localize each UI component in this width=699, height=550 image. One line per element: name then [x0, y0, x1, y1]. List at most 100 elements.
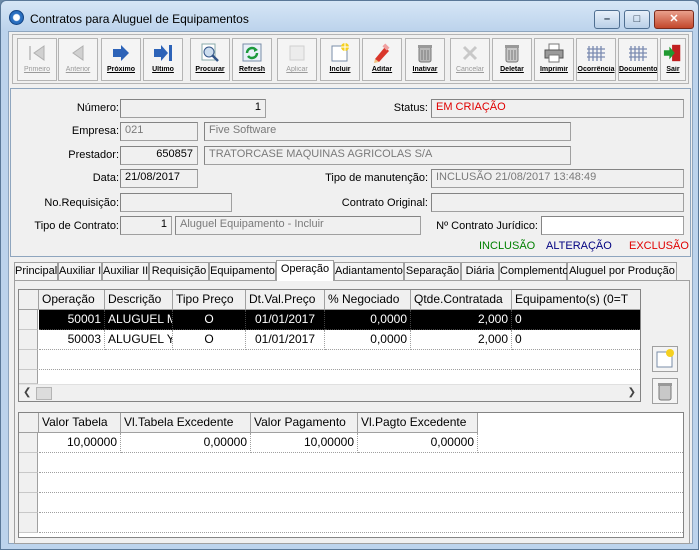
- tipo-contrato-code-field[interactable]: 1: [120, 216, 172, 235]
- tab-adiantamento[interactable]: Adiantamento: [334, 262, 404, 280]
- prestador-code-field[interactable]: 650857: [120, 146, 198, 165]
- table-cell[interactable]: 2,000: [411, 330, 512, 350]
- first-button[interactable]: Primeiro: [17, 38, 57, 81]
- column-header[interactable]: Vl.Pagto Excedente: [358, 413, 478, 433]
- table-cell[interactable]: 01/01/2017: [246, 330, 325, 350]
- grid-corner: [19, 413, 39, 433]
- column-header[interactable]: Dt.Val.Preço: [246, 290, 325, 310]
- table-cell[interactable]: 2,000: [411, 310, 512, 330]
- tab-operacao[interactable]: Operação: [276, 260, 334, 281]
- table-cell[interactable]: ALUGUEL Y: [105, 330, 173, 350]
- cancel-button[interactable]: Cancelar: [450, 38, 490, 81]
- empresa-code-field[interactable]: 021: [120, 122, 198, 141]
- row-indicator[interactable]: [19, 453, 38, 473]
- table-cell[interactable]: 0: [512, 310, 640, 330]
- column-header[interactable]: Equipamento(s) (0=T: [512, 290, 640, 310]
- table-cell[interactable]: 10,00000: [251, 433, 358, 453]
- empty-row[interactable]: [39, 473, 683, 493]
- tab-auxiliar-ii[interactable]: Auxiliar II: [102, 262, 149, 280]
- values-grid[interactable]: Valor Tabela Vl.Tabela Excedente Valor P…: [18, 412, 684, 538]
- no-requisicao-field[interactable]: [120, 193, 232, 212]
- tab-auxiliar-i[interactable]: Auxiliar I: [58, 262, 102, 280]
- empty-row[interactable]: [39, 350, 640, 370]
- maximize-button[interactable]: □: [624, 10, 650, 29]
- delete-button[interactable]: Deletar: [492, 38, 532, 81]
- row-indicator[interactable]: [19, 513, 38, 533]
- table-cell[interactable]: 0,00000: [121, 433, 251, 453]
- table-cell[interactable]: 0: [512, 330, 640, 350]
- tab-complemento[interactable]: Complemento: [499, 262, 568, 280]
- new-icon: [656, 349, 674, 368]
- scroll-right-icon[interactable]: ❯: [628, 387, 636, 398]
- refresh-button[interactable]: Refresh: [232, 38, 272, 81]
- column-header[interactable]: Tipo Preço: [173, 290, 246, 310]
- table-cell[interactable]: O: [173, 310, 246, 330]
- empty-row[interactable]: [39, 453, 683, 473]
- row-indicator[interactable]: [19, 370, 38, 384]
- column-header[interactable]: Valor Pagamento: [251, 413, 358, 433]
- contrato-juridico-field[interactable]: [541, 216, 684, 235]
- contrato-original-field[interactable]: [431, 193, 684, 212]
- table-cell[interactable]: 0,0000: [325, 330, 411, 350]
- tipo-contrato-name-field[interactable]: Aluguel Equipamento - Incluir: [175, 216, 421, 235]
- document-button[interactable]: Documento: [618, 38, 658, 81]
- horizontal-scrollbar[interactable]: ❮ ❯: [19, 384, 640, 401]
- prestador-name-field[interactable]: TRATORCASE MAQUINAS AGRICOLAS S/A: [204, 146, 571, 165]
- operations-grid[interactable]: Operação Descrição Tipo Preço Dt.Val.Pre…: [18, 289, 641, 402]
- row-indicator[interactable]: [19, 350, 38, 370]
- scroll-thumb[interactable]: [36, 387, 52, 400]
- apply-icon: [289, 45, 305, 61]
- tab-aluguel-por-producao[interactable]: Aluguel por Produção: [567, 262, 677, 280]
- table-cell[interactable]: 10,00000: [39, 433, 121, 453]
- exit-button[interactable]: Sair: [660, 38, 686, 81]
- status-field[interactable]: EM CRIAÇÃO: [431, 99, 684, 118]
- column-header[interactable]: % Negociado: [325, 290, 411, 310]
- close-button[interactable]: ✕: [654, 10, 694, 29]
- title-bar[interactable]: Contratos para Aluguel de Equipamentos –…: [1, 1, 698, 31]
- column-header[interactable]: Qtde.Contratada: [411, 290, 512, 310]
- table-cell[interactable]: O: [173, 330, 246, 350]
- tab-equipamento[interactable]: Equipamento: [209, 262, 276, 280]
- print-button[interactable]: Imprimir: [534, 38, 574, 81]
- empty-row[interactable]: [39, 513, 683, 533]
- deactivate-button[interactable]: Inativar: [405, 38, 445, 81]
- row-indicator[interactable]: [19, 433, 38, 453]
- next-button[interactable]: Próximo: [101, 38, 141, 81]
- row-indicator[interactable]: [19, 310, 38, 330]
- search-button[interactable]: Procurar: [190, 38, 230, 81]
- row-indicator[interactable]: [19, 330, 38, 350]
- table-cell[interactable]: [478, 433, 683, 453]
- row-indicator[interactable]: [19, 493, 38, 513]
- edit-button[interactable]: Aditar: [362, 38, 402, 81]
- previous-icon: [72, 45, 84, 61]
- empresa-name-field[interactable]: Five Software: [204, 122, 571, 141]
- scroll-left-icon[interactable]: ❮: [23, 387, 31, 398]
- table-cell[interactable]: ALUGUEL M: [105, 310, 173, 330]
- column-header[interactable]: Operação: [39, 290, 105, 310]
- data-field[interactable]: 21/08/2017: [120, 169, 198, 188]
- table-cell[interactable]: 0,00000: [358, 433, 478, 453]
- tab-separacao[interactable]: Separação: [404, 262, 461, 280]
- occurrence-button[interactable]: Ocorrência: [576, 38, 616, 81]
- tipo-manutencao-field[interactable]: INCLUSÃO 21/08/2017 13:48:49: [431, 169, 684, 188]
- tab-requisicao[interactable]: Requisição: [149, 262, 209, 280]
- row-indicator[interactable]: [19, 473, 38, 493]
- column-header[interactable]: Vl.Tabela Excedente: [121, 413, 251, 433]
- table-cell[interactable]: 01/01/2017: [246, 310, 325, 330]
- numero-field[interactable]: 1: [120, 99, 266, 118]
- table-cell[interactable]: 0,0000: [325, 310, 411, 330]
- apply-button[interactable]: Aplicar: [277, 38, 317, 81]
- delete-operation-button[interactable]: [652, 378, 678, 404]
- tab-principal[interactable]: Principal: [14, 262, 58, 280]
- column-header[interactable]: Descrição: [105, 290, 173, 310]
- table-cell[interactable]: 50001: [39, 310, 105, 330]
- tab-diaria[interactable]: Diária: [461, 262, 499, 280]
- column-header[interactable]: Valor Tabela: [39, 413, 121, 433]
- minimize-button[interactable]: –: [594, 10, 620, 29]
- table-cell[interactable]: 50003: [39, 330, 105, 350]
- add-operation-button[interactable]: [652, 346, 678, 372]
- new-button[interactable]: Incluir: [320, 38, 360, 81]
- empty-row[interactable]: [39, 493, 683, 513]
- last-button[interactable]: Último: [143, 38, 183, 81]
- previous-button[interactable]: Anterior: [58, 38, 98, 81]
